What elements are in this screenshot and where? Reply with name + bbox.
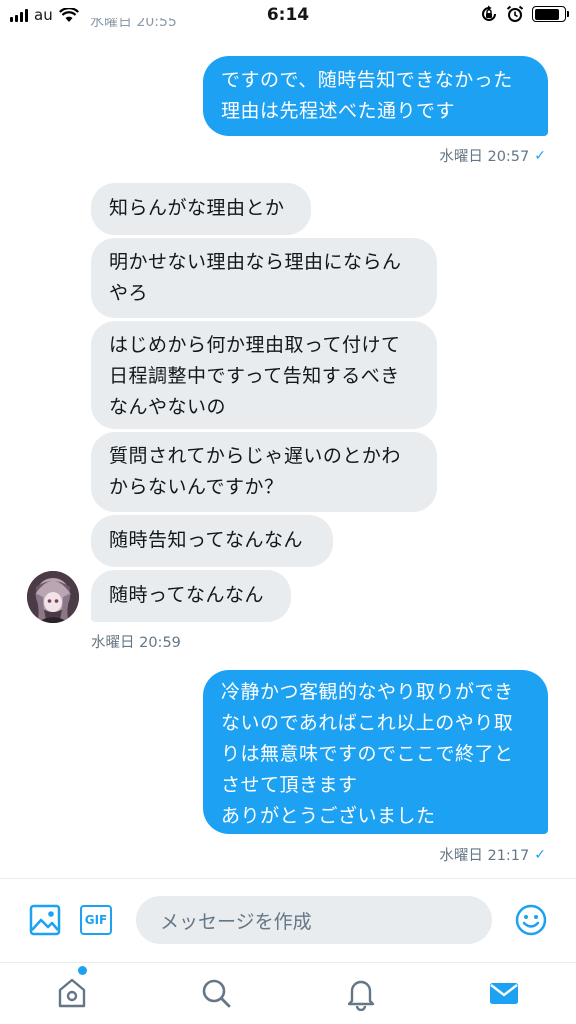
check-icon: ✓ xyxy=(534,147,546,164)
home-icon[interactable] xyxy=(54,975,90,1011)
battery-icon xyxy=(532,6,569,22)
messages-icon[interactable] xyxy=(486,975,522,1011)
message-line: やろ xyxy=(109,282,149,304)
message-line: りは無意味ですのでここで終了と xyxy=(221,743,514,765)
timestamp-text: 水曜日 20:59 xyxy=(91,635,181,651)
message-line: 随時ってなんなん xyxy=(109,584,265,606)
alarm-icon xyxy=(506,5,524,22)
message-line: なんやないの xyxy=(109,396,227,418)
message-line: させて頂きます xyxy=(221,774,358,796)
message-line: ないのであればこれ以上のやり取 xyxy=(221,712,514,734)
gif-button[interactable]: GIF xyxy=(80,905,112,935)
received-message-bubble[interactable]: 質問されてからじゃ遅いのとかわ からないんですか？ xyxy=(91,432,437,512)
image-icon[interactable] xyxy=(28,903,62,937)
message-line: 知らんがな理由とか xyxy=(109,197,285,219)
message-line: 質問されてからじゃ遅いのとかわ xyxy=(109,445,401,467)
notifications-icon[interactable] xyxy=(343,975,379,1011)
search-icon[interactable] xyxy=(198,975,234,1011)
avatar[interactable] xyxy=(27,571,79,623)
message-line: 冷静かつ客観的なやり取りができ xyxy=(221,681,514,703)
message-line: ですので、随時告知できなかった xyxy=(221,69,513,91)
battery-level xyxy=(534,8,560,20)
message-line: 明かせない理由なら理由にならん xyxy=(109,251,402,273)
received-message-bubble[interactable]: 知らんがな理由とか xyxy=(91,183,311,235)
sent-message-bubble[interactable]: ですので、随時告知できなかった 理由は先程述べた通りです xyxy=(203,56,548,136)
received-message-bubble[interactable]: 明かせない理由なら理由にならん やろ xyxy=(91,238,437,318)
check-icon: ✓ xyxy=(534,846,546,863)
message-composer: GIF メッセージを作成 xyxy=(0,878,576,960)
received-message-bubble[interactable]: 随時ってなんなん xyxy=(91,570,291,622)
received-message-bubble[interactable]: はじめから何か理由取って付けて 日程調整中ですって告知するべき なんやないの xyxy=(91,321,437,429)
sent-message-bubble[interactable]: 冷静かつ客観的なやり取りができ ないのであればこれ以上のやり取 りは無意味ですの… xyxy=(203,670,548,834)
message-line: 随時告知ってなんなん xyxy=(109,529,304,551)
timestamp-text: 水曜日 20:57 xyxy=(439,149,530,165)
message-line: 日程調整中ですって告知するべき xyxy=(109,365,400,387)
message-timestamp: 水曜日 21:17 ✓ xyxy=(439,844,546,865)
received-message-bubble[interactable]: 随時告知ってなんなん xyxy=(91,515,333,567)
message-timestamp: 水曜日 20:57 ✓ xyxy=(439,145,546,166)
timestamp-text: 水曜日 21:17 xyxy=(439,848,530,864)
avatar-image xyxy=(27,571,79,623)
status-bar: au 6:14 xyxy=(0,0,576,32)
status-right xyxy=(480,5,569,23)
message-timestamp: 水曜日 20:59 xyxy=(91,631,181,652)
emoji-icon[interactable] xyxy=(514,903,548,937)
timestamp-scrolled: 水曜日 20:55 xyxy=(90,18,177,30)
message-line: 理由は先程述べた通りです xyxy=(221,100,456,122)
rotation-lock-icon xyxy=(482,5,496,21)
new-content-indicator xyxy=(78,966,87,975)
message-line: からないんですか？ xyxy=(109,476,284,498)
message-line: はじめから何か理由取って付けて xyxy=(109,334,401,356)
message-input[interactable]: メッセージを作成 xyxy=(136,896,492,944)
message-line: ありがとうございました xyxy=(221,805,436,827)
